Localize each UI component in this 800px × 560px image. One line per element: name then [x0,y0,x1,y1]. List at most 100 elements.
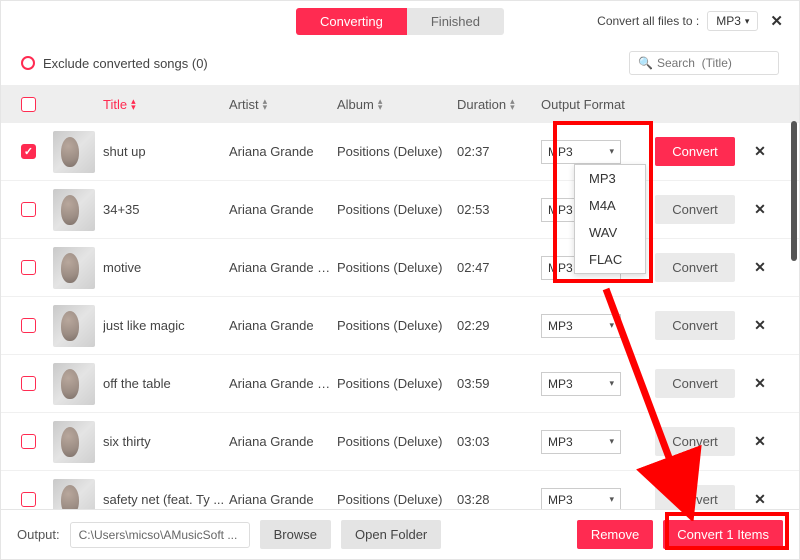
row-checkbox[interactable] [21,318,36,333]
title-text: shut up [103,144,229,159]
remove-row-icon[interactable]: ✕ [754,201,766,217]
col-duration[interactable]: Duration ▴▾ [457,97,541,112]
remove-row-icon[interactable]: ✕ [754,317,766,333]
row-checkbox[interactable] [21,144,36,159]
title-text: safety net (feat. Ty ... [103,492,229,507]
convert-button[interactable]: Convert [655,369,735,398]
row-checkbox[interactable] [21,492,36,507]
format-select[interactable]: MP3▾ [541,140,621,164]
caret-down-icon: ▾ [609,378,614,389]
duration-text: 02:37 [457,144,541,159]
sort-icon: ▴▾ [263,98,268,110]
format-select[interactable]: MP3▾ [541,488,621,512]
album-text: Positions (Deluxe) [337,144,457,159]
caret-down-icon: ▾ [609,494,614,505]
artist-text: Ariana Grande [229,492,337,507]
sort-icon: ▴▾ [510,98,515,110]
convert-button[interactable]: Convert [655,195,735,224]
album-text: Positions (Deluxe) [337,434,457,449]
radio-icon[interactable] [21,56,35,70]
title-text: motive [103,260,229,275]
browse-button[interactable]: Browse [260,520,331,549]
output-label: Output: [17,527,60,542]
row-checkbox[interactable] [21,434,36,449]
album-art [53,247,95,289]
tab-finished[interactable]: Finished [407,8,504,35]
duration-text: 03:03 [457,434,541,449]
album-art [53,189,95,231]
duration-text: 02:47 [457,260,541,275]
album-art [53,421,95,463]
artist-text: Ariana Grande [229,202,337,217]
col-artist[interactable]: Artist ▴▾ [229,97,337,112]
footer-bar: Output: C:\Users\micso\AMusicSoft ... Br… [1,509,799,559]
col-album[interactable]: Album ▴▾ [337,97,457,112]
album-art [53,131,95,173]
row-checkbox[interactable] [21,260,36,275]
row-checkbox[interactable] [21,202,36,217]
table-row: 34+35Ariana GrandePositions (Deluxe)02:5… [1,181,799,239]
caret-down-icon: ▾ [609,146,614,157]
convert-button[interactable]: Convert [655,253,735,282]
remove-row-icon[interactable]: ✕ [754,433,766,449]
artist-text: Ariana Grande & ... [229,260,337,275]
convert-all-format-select[interactable]: MP3 ▾ [707,11,758,31]
sort-icon: ▴▾ [131,98,136,110]
table-row: just like magicAriana GrandePositions (D… [1,297,799,355]
convert-button[interactable]: Convert [655,427,735,456]
format-option[interactable]: FLAC [575,246,645,273]
album-art [53,305,95,347]
artist-text: Ariana Grande [229,318,337,333]
remove-button[interactable]: Remove [577,520,653,549]
row-checkbox[interactable] [21,376,36,391]
table-row: motiveAriana Grande & ...Positions (Delu… [1,239,799,297]
artist-text: Ariana Grande [229,144,337,159]
format-select[interactable]: MP3▾ [541,372,621,396]
scrollbar-thumb[interactable] [791,121,797,261]
open-folder-button[interactable]: Open Folder [341,520,441,549]
remove-row-icon[interactable]: ✕ [754,491,766,507]
table-row: off the tableAriana Grande & ...Position… [1,355,799,413]
close-icon[interactable]: ✕ [766,10,787,32]
format-select[interactable]: MP3▾ [541,314,621,338]
convert-items-button[interactable]: Convert 1 Items [663,520,783,549]
mode-tabs: Converting Finished [296,8,504,35]
format-select[interactable]: MP3▾ [541,430,621,454]
remove-row-icon[interactable]: ✕ [754,143,766,159]
convert-all-format-value: MP3 [716,14,741,28]
format-option[interactable]: WAV [575,219,645,246]
convert-button[interactable]: Convert [655,311,735,340]
convert-button[interactable]: Convert [655,137,735,166]
album-text: Positions (Deluxe) [337,318,457,333]
col-output-format: Output Format [541,97,655,112]
output-path-field[interactable]: C:\Users\micso\AMusicSoft ... [70,522,250,548]
remove-row-icon[interactable]: ✕ [754,375,766,391]
exclude-label: Exclude converted songs (0) [43,56,208,71]
search-box[interactable]: 🔍 [629,51,779,75]
title-text: six thirty [103,434,229,449]
search-input[interactable] [657,56,770,70]
select-all-checkbox[interactable] [21,97,36,112]
album-art [53,363,95,405]
format-option[interactable]: M4A [575,192,645,219]
table-row: shut upAriana GrandePositions (Deluxe)02… [1,123,799,181]
caret-down-icon: ▾ [745,16,750,27]
title-text: off the table [103,376,229,391]
artist-text: Ariana Grande [229,434,337,449]
remove-row-icon[interactable]: ✕ [754,259,766,275]
title-text: 34+35 [103,202,229,217]
album-text: Positions (Deluxe) [337,260,457,275]
tab-converting[interactable]: Converting [296,8,407,35]
title-text: just like magic [103,318,229,333]
album-text: Positions (Deluxe) [337,376,457,391]
duration-text: 02:53 [457,202,541,217]
search-icon: 🔍 [638,56,653,70]
format-dropdown[interactable]: MP3M4AWAVFLAC [574,164,646,274]
col-title[interactable]: Title ▴▾ [103,97,229,112]
caret-down-icon: ▾ [609,320,614,331]
sort-icon: ▴▾ [378,98,383,110]
duration-text: 03:59 [457,376,541,391]
convert-all-label: Convert all files to : [597,14,699,28]
format-option[interactable]: MP3 [575,165,645,192]
album-text: Positions (Deluxe) [337,202,457,217]
